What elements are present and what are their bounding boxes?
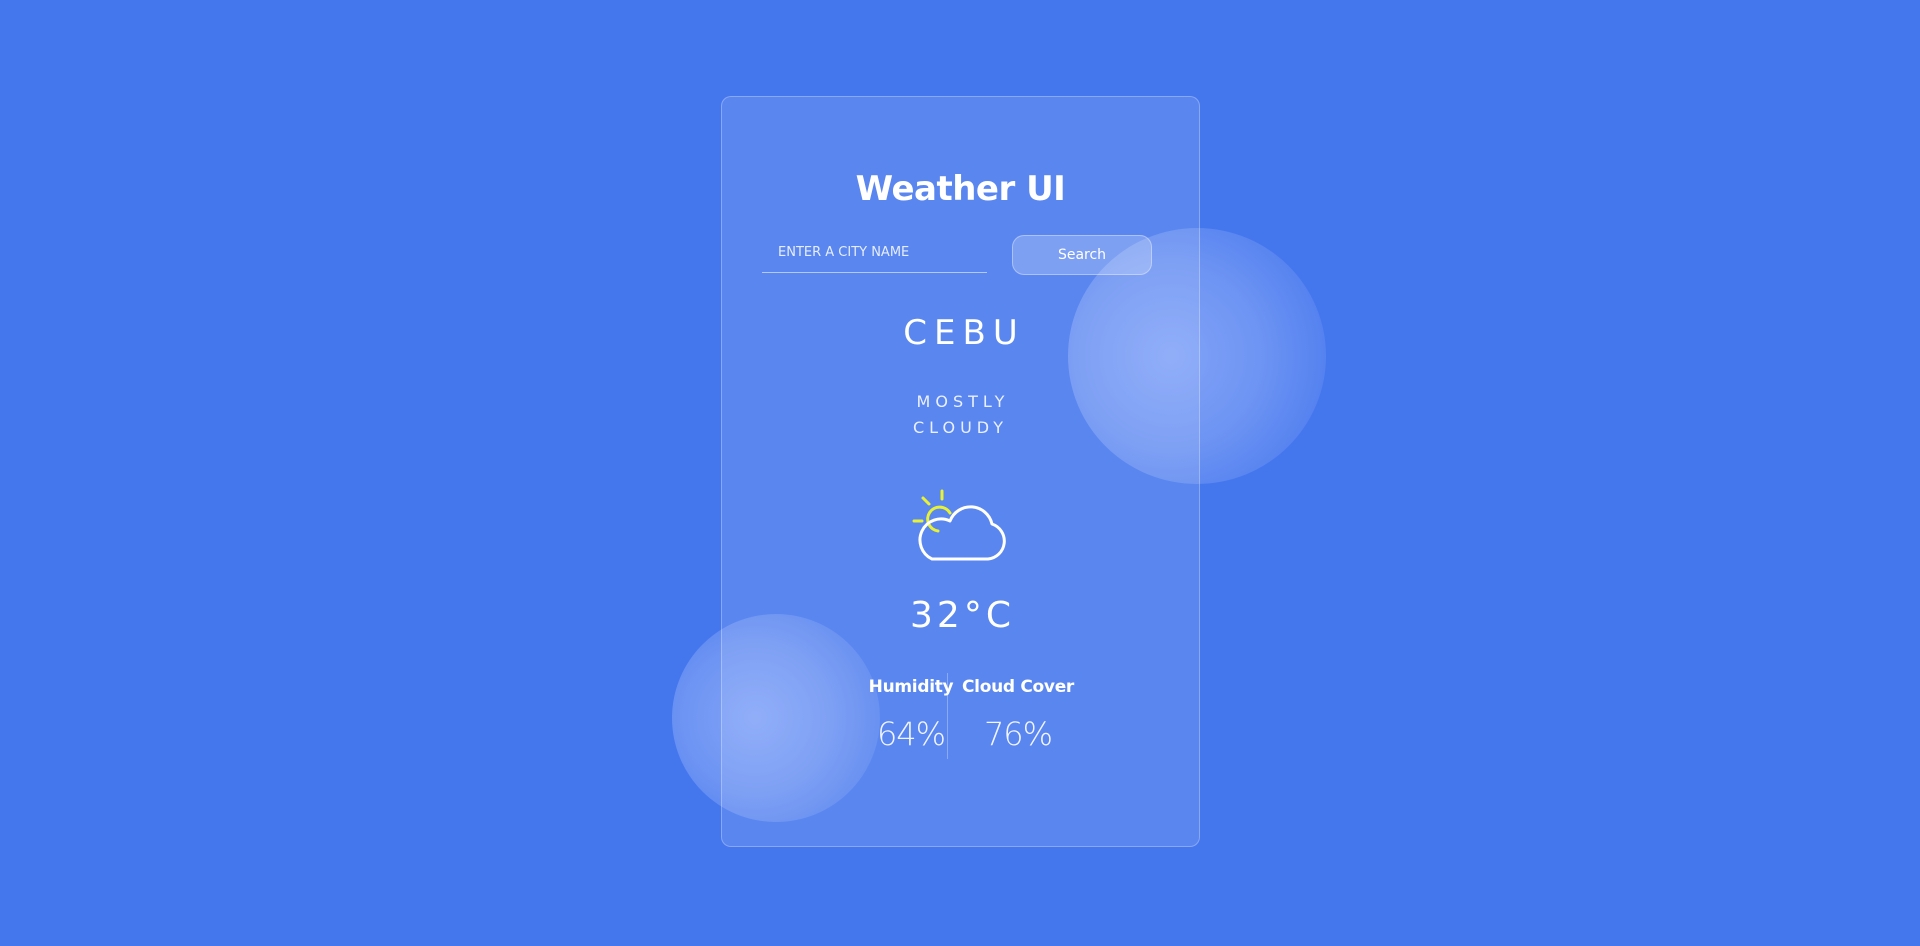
city-name: CEBU [903,313,1025,353]
partly-cloudy-icon [912,489,1006,561]
stats-divider [947,673,948,759]
cloud-cover-stat: Cloud Cover 76% [953,673,1083,753]
search-button[interactable]: Search [1012,235,1152,275]
page-background: Weather UI Search CEBU MOSTLY CLOUDY 32°… [0,0,1920,946]
app-title: Weather UI [855,169,1066,209]
weather-condition: MOSTLY CLOUDY [912,392,1010,437]
temperature: 32°C [910,595,1015,636]
weather-stats: Humidity 64% Cloud Cover 76% [722,673,1199,763]
city-search-input[interactable] [762,233,987,273]
weather-card: Weather UI Search CEBU MOSTLY CLOUDY 32°… [721,96,1200,847]
cloud-cover-label: Cloud Cover [961,677,1075,697]
cloud-cover-value: 76% [983,715,1053,753]
